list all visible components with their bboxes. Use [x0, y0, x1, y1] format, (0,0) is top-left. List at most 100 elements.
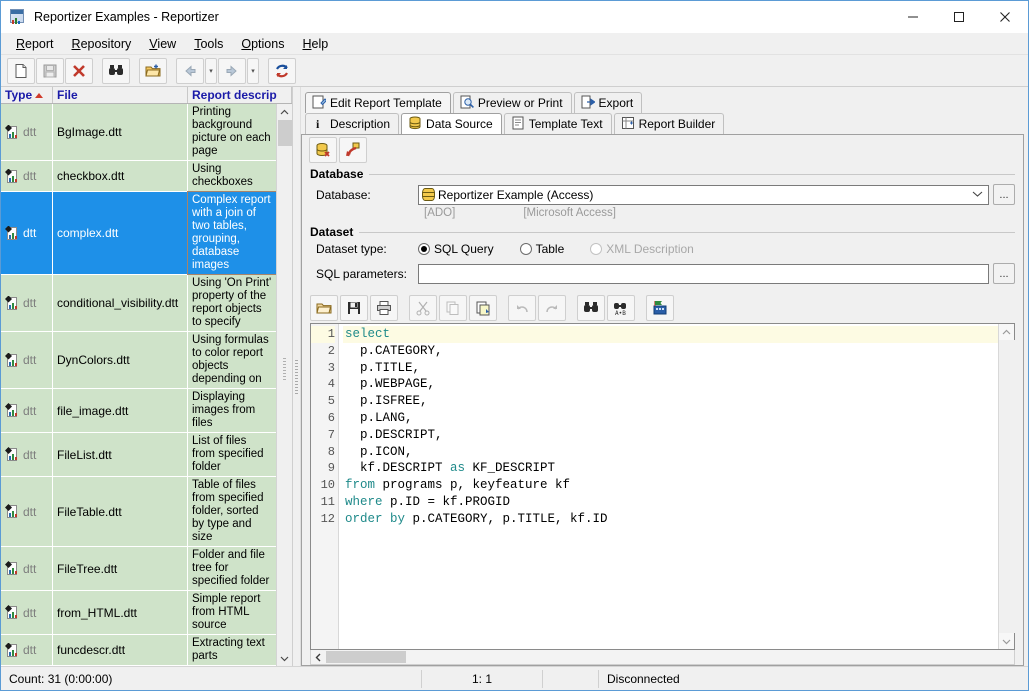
sql-scroll-down-icon[interactable] — [999, 633, 1015, 649]
table-row[interactable]: dttBgImage.dttPrinting background pictur… — [1, 104, 276, 161]
column-header-file[interactable]: File — [53, 87, 188, 103]
menu-view[interactable]: View — [140, 35, 185, 53]
sql-scroll-left-icon[interactable] — [311, 650, 326, 664]
replace-icon[interactable]: A•B — [607, 295, 635, 321]
application-window: Reportizer Examples - Reportizer RReport… — [0, 0, 1029, 691]
column-header-description-label: Report descrip — [192, 88, 277, 102]
database-combo-value: Reportizer Example (Access) — [438, 188, 593, 202]
cell-description: Using checkboxes — [188, 161, 276, 191]
forward-arrow-icon[interactable] — [218, 58, 246, 84]
minimize-button[interactable] — [890, 1, 936, 32]
table-row[interactable]: dttDynColors.dttUsing formulas to color … — [1, 332, 276, 389]
copy-icon[interactable] — [439, 295, 467, 321]
menu-tools[interactable]: Tools — [185, 35, 232, 53]
database-row: Database: Reportizer Example (Access) ..… — [310, 184, 1015, 205]
insert-field-icon[interactable] — [646, 295, 674, 321]
menu-report[interactable]: RReporteport — [7, 35, 63, 53]
refresh-icon[interactable] — [268, 58, 296, 84]
sql-code-editor[interactable]: 123456789101112 select p.CATEGORY, p.TIT… — [310, 323, 1015, 650]
report-list-scroll-track[interactable] — [277, 120, 293, 650]
table-row[interactable]: dttFileTable.dttTable of files from spec… — [1, 477, 276, 547]
dtt-file-icon — [5, 296, 19, 311]
sql-line-numbers: 123456789101112 — [311, 324, 339, 649]
data-source-toolbar — [302, 135, 1023, 165]
data-source-panel: Database Database: Reportizer Example (A… — [301, 135, 1024, 666]
dataset-type-options: SQL QueryTableXML Description — [418, 242, 720, 256]
cell-file: BgImage.dtt — [53, 104, 188, 160]
database-browse-button[interactable]: ... — [993, 184, 1015, 205]
cell-type: dtt — [1, 332, 53, 388]
sql-vertical-scrollbar[interactable] — [998, 324, 1014, 649]
table-row[interactable]: dttfuncdescr.dttExtracting text parts — [1, 635, 276, 666]
database-engine-note: [Microsoft Access] — [523, 207, 616, 219]
sql-parameters-input[interactable] — [418, 264, 989, 284]
menu-options[interactable]: Options — [232, 35, 293, 53]
tab-description[interactable]: iDescription — [305, 113, 399, 134]
back-dropdown-icon[interactable]: ▾ — [205, 58, 217, 84]
table-row[interactable]: dttFileTree.dttFolder and file tree for … — [1, 547, 276, 591]
sql-code-text[interactable]: select p.CATEGORY, p.TITLE, p.WEBPAGE, p… — [339, 324, 998, 649]
menu-repository[interactable]: Repository — [63, 35, 141, 53]
tab-edit-report-template[interactable]: Edit Report Template — [305, 92, 451, 113]
tab-export[interactable]: Export — [574, 92, 643, 113]
scroll-down-icon[interactable] — [277, 650, 293, 666]
cut-icon[interactable] — [409, 295, 437, 321]
cell-description: Printing background picture on each page — [188, 104, 276, 160]
pane-splitter[interactable] — [293, 87, 301, 666]
tab-data-source[interactable]: Data Source — [401, 113, 502, 134]
table-row[interactable]: dttFileList.dttList of files from specif… — [1, 433, 276, 477]
table-row[interactable]: dttcomplex.dttComplex report with a join… — [1, 192, 276, 275]
sql-hscroll-thumb[interactable] — [326, 651, 406, 663]
sql-hscroll-track[interactable] — [326, 650, 1014, 664]
radio-table[interactable]: Table — [520, 242, 565, 256]
table-row[interactable]: dttfile_image.dttDisplaying images from … — [1, 389, 276, 433]
sql-horizontal-scrollbar[interactable] — [310, 650, 1015, 665]
cell-file: complex.dtt — [53, 192, 188, 274]
maximize-button[interactable] — [936, 1, 982, 32]
dtt-file-icon — [5, 605, 19, 620]
sql-parameters-browse-button[interactable]: ... — [993, 263, 1015, 284]
line-number: 11 — [311, 494, 335, 511]
code-line: kf.DESCRIPT as KF_DESCRIPT — [343, 460, 998, 477]
save-sql-icon[interactable] — [340, 295, 368, 321]
sql-scroll-track[interactable] — [999, 340, 1015, 633]
database-group-title: Database — [310, 167, 1015, 181]
chevron-down-icon[interactable] — [972, 190, 983, 200]
report-list-scroll-thumb[interactable] — [278, 120, 292, 146]
code-line: p.TITLE, — [343, 360, 998, 377]
open-sql-icon[interactable] — [310, 295, 338, 321]
cell-type: dtt — [1, 433, 53, 476]
find-icon[interactable] — [577, 295, 605, 321]
run-query-icon[interactable] — [339, 137, 367, 163]
sql-scroll-up-icon[interactable] — [999, 324, 1015, 340]
line-number: 6 — [311, 410, 335, 427]
new-report-icon[interactable] — [7, 58, 35, 84]
open-folder-icon[interactable] — [139, 58, 167, 84]
column-header-description[interactable]: Report descrip — [188, 87, 292, 103]
column-header-type[interactable]: Type — [1, 87, 53, 103]
redo-icon[interactable] — [538, 295, 566, 321]
radio-sql-query[interactable]: SQL Query — [418, 242, 494, 256]
disconnect-database-icon[interactable] — [309, 137, 337, 163]
print-sql-icon[interactable] — [370, 295, 398, 321]
report-list-splitter-grip[interactable] — [283, 358, 286, 380]
undo-icon[interactable] — [508, 295, 536, 321]
back-arrow-icon[interactable] — [176, 58, 204, 84]
menu-help[interactable]: Help — [293, 35, 337, 53]
tab-template-text[interactable]: Template Text — [504, 113, 612, 134]
find-icon[interactable] — [102, 58, 130, 84]
database-combo[interactable]: Reportizer Example (Access) — [418, 185, 989, 205]
close-button[interactable] — [982, 1, 1028, 32]
delete-report-icon[interactable] — [65, 58, 93, 84]
table-row[interactable]: dttcheckbox.dttUsing checkboxes — [1, 161, 276, 192]
scroll-up-icon[interactable] — [277, 104, 293, 120]
table-row[interactable]: dttfrom_HTML.dttSimple report from HTML … — [1, 591, 276, 635]
tab-preview-or-print[interactable]: Preview or Print — [453, 92, 572, 113]
paste-icon[interactable] — [469, 295, 497, 321]
table-row[interactable]: dttconditional_visibility.dttUsing 'On P… — [1, 275, 276, 332]
tab-report-builder[interactable]: Report Builder — [614, 113, 725, 134]
forward-dropdown-icon[interactable]: ▾ — [247, 58, 259, 84]
save-report-icon[interactable] — [36, 58, 64, 84]
tab-label: Data Source — [426, 117, 493, 131]
report-list-scrollbar[interactable] — [276, 104, 292, 666]
